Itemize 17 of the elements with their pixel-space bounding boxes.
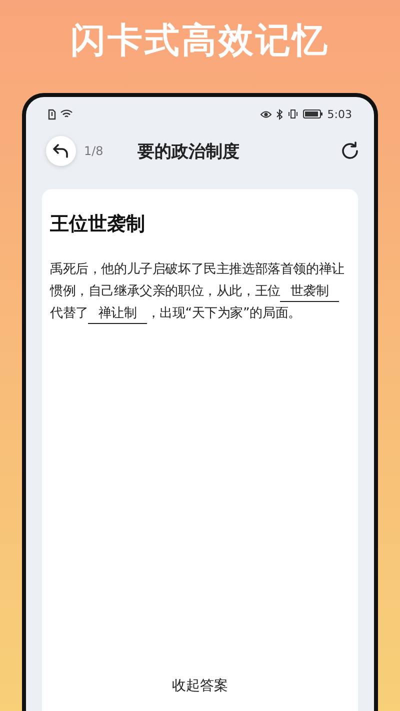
clock: 5:03 (327, 108, 352, 120)
battery-icon (303, 109, 324, 119)
eye-icon (260, 110, 272, 118)
page-title: 要的政治制度 (137, 140, 240, 162)
refresh-button[interactable] (340, 141, 360, 161)
vibrate-icon (287, 109, 300, 119)
refresh-icon (340, 141, 360, 161)
sim-card-icon (48, 108, 56, 120)
bluetooth-icon (276, 108, 284, 120)
back-button[interactable] (46, 136, 76, 166)
hide-answer-button[interactable]: 收起答案 (160, 669, 240, 703)
wifi-icon (60, 109, 73, 119)
back-arrow-icon (53, 144, 69, 158)
card-title: 王位世袭制 (50, 212, 146, 237)
answer-paragraph: 禹死后，他的儿子启破坏了民主推选部落首领的禅让惯例，自己继承父亲的职位，从此，王位 世袭制 代替了 禅让制 ，出现“天下为家”的局面。 (50, 259, 350, 325)
progress-counter: 1/8 (84, 144, 104, 158)
headline: 闪卡式高效记忆 (70, 20, 330, 63)
